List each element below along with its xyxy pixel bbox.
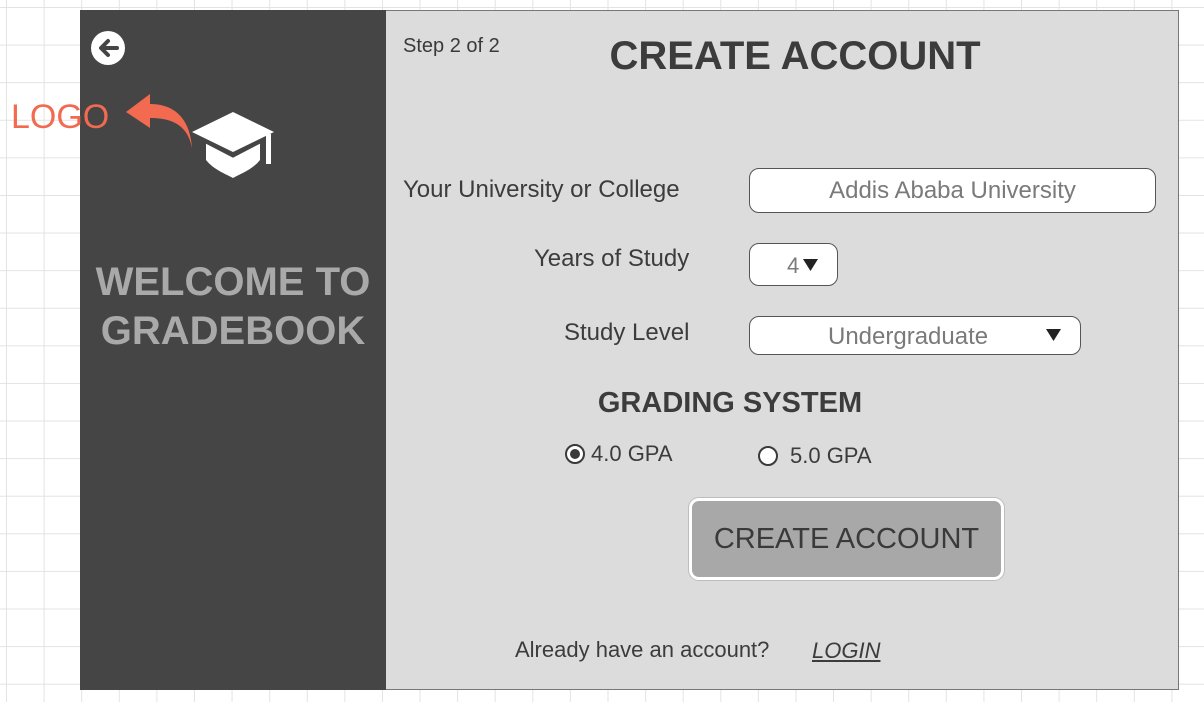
- radio-5-gpa[interactable]: 5.0 GPA: [758, 443, 872, 469]
- study-level-value: Undergraduate: [828, 323, 989, 350]
- graduation-cap-icon: [192, 112, 274, 178]
- radio-label: 5.0 GPA: [790, 443, 872, 468]
- study-level-label: Study Level: [564, 319, 690, 346]
- logo-annotation-label: LOGO: [11, 98, 110, 136]
- radio-button[interactable]: [565, 444, 585, 464]
- back-arrow-icon[interactable]: [90, 30, 126, 66]
- grading-system-title: GRADING SYSTEM: [597, 387, 863, 419]
- chevron-down-icon: [1046, 329, 1061, 341]
- years-select[interactable]: 4: [749, 243, 838, 286]
- study-level-select[interactable]: Undergraduate: [749, 316, 1081, 355]
- radio-button[interactable]: [758, 446, 778, 466]
- step-indicator: Step 2 of 2: [403, 35, 500, 57]
- already-have-account-text: Already have an account?: [515, 637, 770, 662]
- welcome-heading: WELCOME TO GRADEBOOK: [80, 258, 386, 356]
- welcome-line-1: WELCOME TO: [95, 260, 371, 304]
- chevron-down-icon: [803, 259, 818, 271]
- login-link[interactable]: LOGIN: [812, 638, 880, 664]
- university-label: Your University or College: [403, 176, 680, 203]
- radio-selected-dot: [570, 449, 580, 459]
- radio-4-gpa[interactable]: 4.0 GPA: [565, 441, 673, 467]
- university-input[interactable]: [749, 168, 1156, 213]
- create-account-button[interactable]: CREATE ACCOUNT: [689, 498, 1004, 580]
- page-title: CREATE ACCOUNT: [609, 34, 981, 78]
- radio-label: 4.0 GPA: [591, 441, 673, 466]
- years-value: 4: [787, 253, 800, 278]
- years-label: Years of Study: [534, 245, 690, 272]
- welcome-line-2: GRADEBOOK: [100, 309, 366, 353]
- annotation-arrow-icon: [126, 94, 192, 148]
